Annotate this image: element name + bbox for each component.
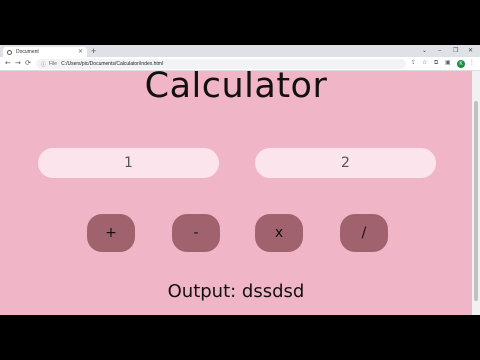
back-button[interactable]: ← (5, 59, 11, 67)
second-number-input[interactable] (255, 148, 436, 178)
menu-icon[interactable]: ⋮ (469, 59, 475, 66)
reload-button[interactable]: ⟳ (25, 59, 31, 67)
minimize-button[interactable]: – (438, 45, 441, 57)
profile-avatar[interactable]: K (457, 60, 465, 68)
new-tab-button[interactable]: + (91, 46, 96, 56)
bookmark-star-icon[interactable]: ☆ (422, 59, 427, 66)
tab-search-icon[interactable]: ⌄ (422, 45, 427, 57)
page-scrollbar[interactable] (472, 71, 480, 315)
globe-icon (7, 49, 12, 55)
sidebar-icon[interactable]: ▣ (445, 59, 451, 66)
add-button[interactable]: + (87, 214, 135, 252)
extensions-icon[interactable]: ⧉ (434, 59, 438, 67)
multiply-button[interactable]: x (255, 214, 303, 252)
forward-button[interactable]: → (15, 59, 21, 67)
tab-title: Document (16, 49, 39, 55)
tab-document[interactable]: Document × (3, 47, 87, 57)
tab-bar: Document × + ⌄ – ❐ ✕ (0, 45, 480, 57)
page-title: Calculator (144, 71, 328, 106)
tab-close-icon[interactable]: × (78, 48, 83, 55)
output-text: Output: dssdsd (167, 281, 305, 302)
address-bar[interactable]: ⓘ File C:/Users/pic/Documents/Calculator… (36, 59, 406, 69)
browser-window: Document × + ⌄ – ❐ ✕ ← → ⟳ ⓘ File C:/Use… (0, 45, 480, 315)
subtract-button[interactable]: - (172, 214, 220, 252)
site-info-icon[interactable]: ⓘ (41, 61, 46, 68)
first-number-input[interactable] (38, 148, 219, 178)
close-window-button[interactable]: ✕ (468, 45, 473, 57)
maximize-button[interactable]: ❐ (453, 45, 458, 57)
share-icon[interactable]: ⇪ (411, 59, 416, 66)
address-url[interactable]: C:/Users/pic/Documents/Calculator/index.… (61, 61, 163, 67)
divide-button[interactable]: / (340, 214, 388, 252)
browser-toolbar: ← → ⟳ ⓘ File C:/Users/pic/Documents/Calc… (0, 57, 480, 71)
address-scheme: File (49, 61, 58, 67)
page-viewport: Calculator + - x / Output: dssdsd (0, 71, 472, 315)
scrollbar-thumb[interactable] (474, 101, 478, 301)
